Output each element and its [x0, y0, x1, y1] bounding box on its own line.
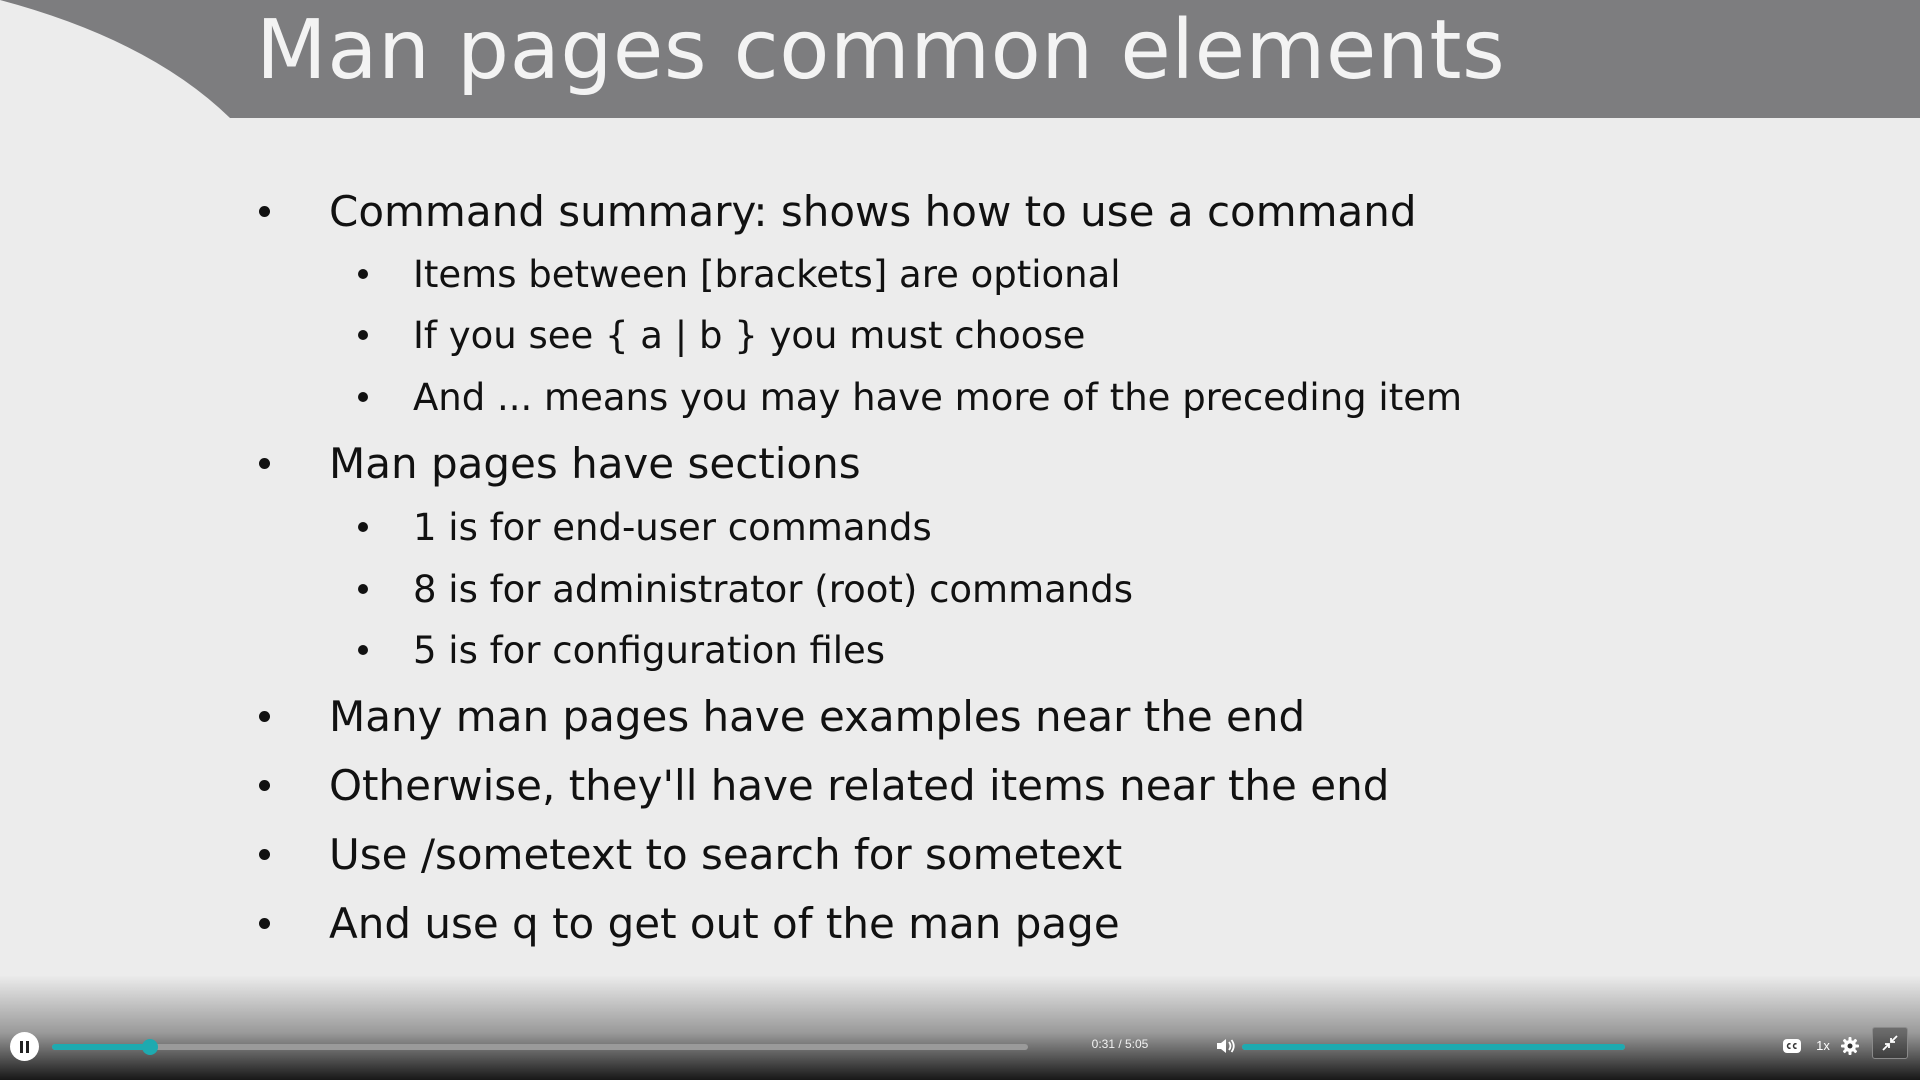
- bullet-text: 8 is for administrator (root) commands: [413, 567, 1134, 611]
- settings-button[interactable]: [1840, 1036, 1860, 1056]
- bullet-text: Use /sometext to search for sometext: [329, 829, 1123, 879]
- bullet-dot-icon: [358, 584, 368, 594]
- pause-icon-bar: [26, 1040, 29, 1053]
- bullet-item: Use /sometext to search for sometext: [259, 826, 1123, 882]
- time-readout: 0:31 / 5:05: [1091, 1037, 1149, 1051]
- bullet-text: And use q to get out of the man page: [329, 898, 1120, 948]
- volume-slider[interactable]: [1242, 1044, 1625, 1050]
- volume-slider-level: [1242, 1044, 1625, 1050]
- seek-bar-played: [52, 1044, 150, 1050]
- bullet-dot-icon: [259, 205, 270, 217]
- bullet-text: Otherwise, they'll have related items ne…: [329, 760, 1390, 810]
- sub-bullet-item: Items between [brackets] are optional: [358, 249, 1121, 299]
- bullet-text: Command summary: shows how to use a comm…: [329, 186, 1417, 236]
- sub-bullet-item: And ... means you may have more of the p…: [358, 372, 1463, 422]
- bullet-text: 5 is for configuration files: [413, 628, 886, 672]
- bullet-dot-icon: [358, 392, 368, 402]
- sub-bullet-item: 8 is for administrator (root) commands: [358, 564, 1134, 614]
- pause-button[interactable]: [10, 1032, 39, 1061]
- closed-captions-icon: [1783, 1039, 1801, 1053]
- gear-icon: [1841, 1037, 1859, 1055]
- bullet-item: Man pages have sections: [259, 435, 861, 491]
- bullet-dot-icon: [259, 710, 270, 722]
- bullet-dot-icon: [259, 848, 270, 860]
- playback-speed-button[interactable]: 1x: [1812, 1036, 1834, 1056]
- bullet-text: If you see { a | b } you must choose: [413, 313, 1086, 357]
- exit-fullscreen-icon: [1882, 1035, 1898, 1051]
- bullet-item: Many man pages have examples near the en…: [259, 688, 1306, 744]
- slide-bullet-list: Command summary: shows how to use a comm…: [0, 0, 1920, 980]
- bullet-dot-icon: [358, 269, 368, 279]
- video-frame: Man pages common elements Command summar…: [0, 0, 1920, 1080]
- volume-button[interactable]: [1215, 1036, 1237, 1056]
- bullet-item: And use q to get out of the man page: [259, 895, 1120, 951]
- pause-icon: [20, 1040, 23, 1053]
- volume-icon: [1217, 1039, 1235, 1053]
- exit-fullscreen-button[interactable]: [1872, 1027, 1908, 1059]
- bullet-text: And ... means you may have more of the p…: [413, 375, 1463, 419]
- bullet-dot-icon: [358, 330, 368, 340]
- captions-button[interactable]: [1782, 1037, 1802, 1055]
- seek-bar-thumb[interactable]: [141, 1039, 158, 1055]
- bullet-text: Items between [brackets] are optional: [413, 252, 1121, 296]
- player-controls: 0:31 / 5:05 1x: [0, 1024, 1920, 1068]
- sub-bullet-item: 1 is for end-user commands: [358, 502, 932, 552]
- bullet-dot-icon: [259, 917, 270, 929]
- bullet-text: Man pages have sections: [329, 438, 861, 488]
- seek-bar[interactable]: [52, 1039, 1028, 1055]
- bullet-dot-icon: [358, 645, 368, 655]
- bullet-dot-icon: [259, 457, 270, 469]
- bullet-item: Command summary: shows how to use a comm…: [259, 183, 1417, 239]
- bullet-text: 1 is for end-user commands: [413, 505, 932, 549]
- bullet-item: Otherwise, they'll have related items ne…: [259, 757, 1390, 813]
- sub-bullet-item: If you see { a | b } you must choose: [358, 310, 1086, 360]
- bullet-dot-icon: [358, 522, 368, 532]
- bullet-dot-icon: [259, 779, 270, 791]
- bullet-text: Many man pages have examples near the en…: [329, 691, 1306, 741]
- sub-bullet-item: 5 is for configuration files: [358, 625, 886, 675]
